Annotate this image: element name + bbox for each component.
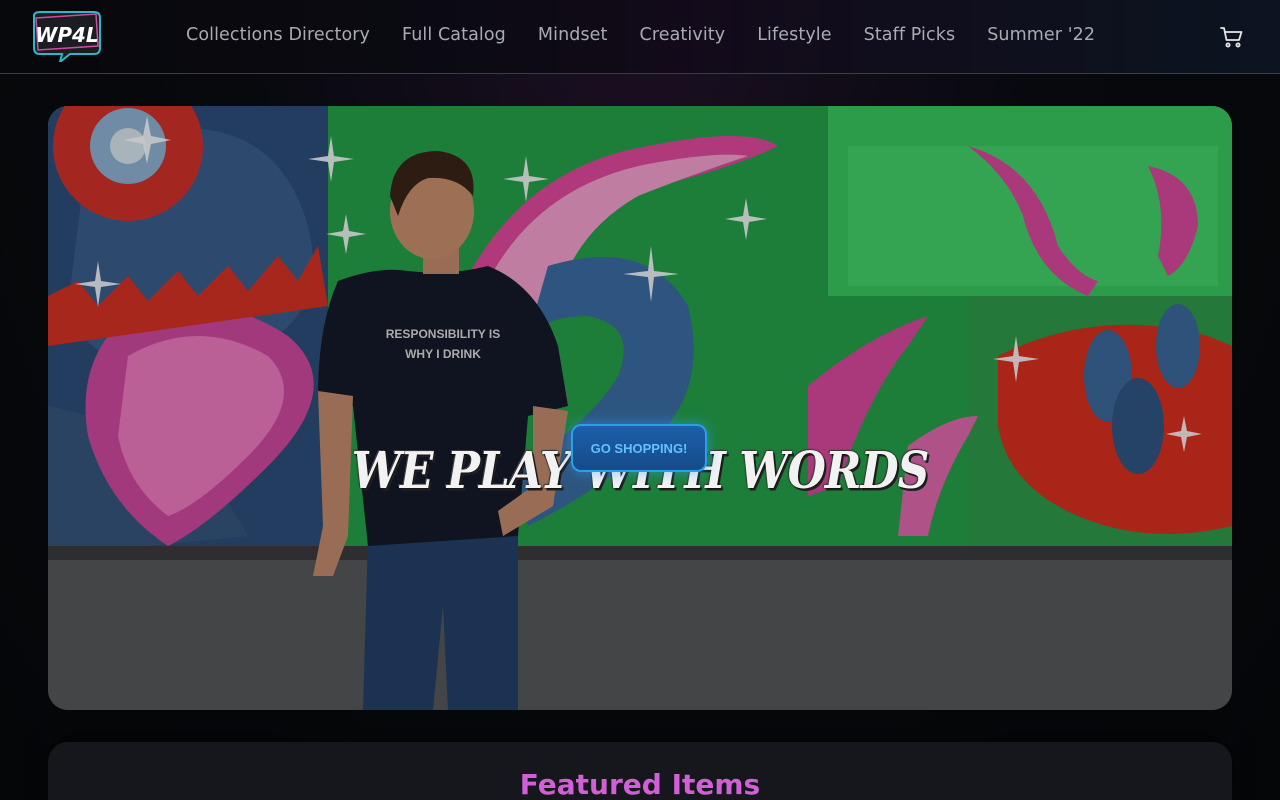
site-header: WP4L Collections Directory Full Catalog … [0, 0, 1280, 74]
go-shopping-button[interactable]: GO SHOPPING! [571, 424, 707, 472]
nav-full-catalog[interactable]: Full Catalog [386, 25, 522, 45]
nav-collections-directory[interactable]: Collections Directory [170, 25, 386, 45]
featured-items-title: Featured Items [519, 768, 761, 800]
hero-overlay [48, 106, 1232, 710]
brand-logo[interactable]: WP4L [30, 10, 102, 65]
cart-icon[interactable] [1220, 25, 1244, 49]
featured-items-section: Featured Items [48, 742, 1232, 800]
nav-lifestyle[interactable]: Lifestyle [741, 25, 847, 45]
main-nav: Collections Directory Full Catalog Minds… [170, 0, 1111, 70]
hero-banner: RESPONSIBILITY IS WHY I DRINK WE PLAY WI… [48, 106, 1232, 710]
nav-mindset[interactable]: Mindset [522, 25, 624, 45]
nav-staff-picks[interactable]: Staff Picks [848, 25, 972, 45]
svg-text:WP4L: WP4L [35, 23, 98, 47]
nav-creativity[interactable]: Creativity [624, 25, 742, 45]
nav-summer-22[interactable]: Summer '22 [971, 25, 1111, 45]
